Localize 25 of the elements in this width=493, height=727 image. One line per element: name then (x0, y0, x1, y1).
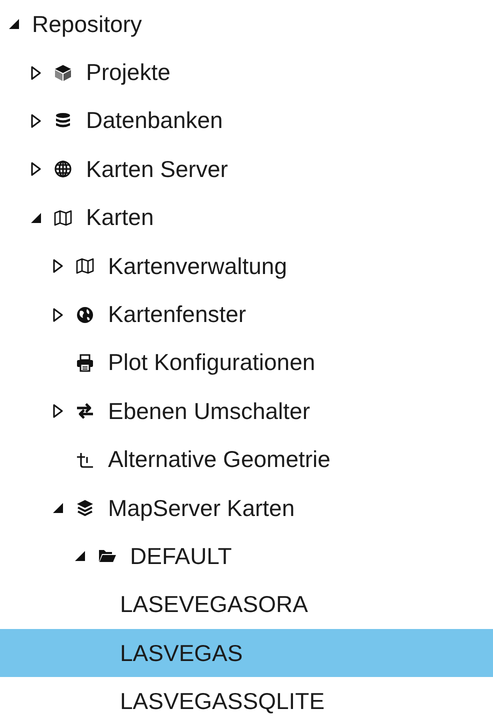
tree-item[interactable]: Repository (0, 0, 493, 48)
tree-item[interactable]: LASVEGASSQLITE (0, 677, 493, 726)
tree-item[interactable]: MapServer Karten (0, 484, 493, 532)
database-icon (54, 112, 72, 130)
tree-item[interactable]: Karten (0, 194, 493, 242)
tree-item[interactable]: Kartenfenster (0, 290, 493, 339)
swap-arrows-icon (76, 402, 94, 420)
cube-icon (54, 64, 72, 82)
globe-icon (76, 306, 94, 324)
printer-icon (76, 354, 94, 372)
layers-icon (76, 499, 94, 518)
tree-item[interactable]: Kartenverwaltung (0, 242, 493, 290)
tree-item[interactable]: Datenbanken (0, 96, 493, 146)
globe-icon (54, 160, 72, 178)
tree-item[interactable]: DEFAULT (0, 532, 493, 581)
map-icon (76, 257, 94, 276)
tree-item[interactable]: Plot Konfigurationen (0, 338, 493, 388)
map-icon (54, 208, 72, 227)
geometry-icon (76, 450, 94, 469)
tree-item[interactable]: Projekte (0, 48, 493, 97)
tree-item[interactable]: LASVEGAS (0, 629, 493, 678)
tree-item[interactable]: Ebenen Umschalter (0, 387, 493, 436)
tree-item[interactable]: LASEVEGASORA (0, 580, 493, 630)
tree-item[interactable]: Karten Server (0, 145, 493, 194)
tree-item[interactable]: Alternative Geometrie (0, 436, 493, 484)
